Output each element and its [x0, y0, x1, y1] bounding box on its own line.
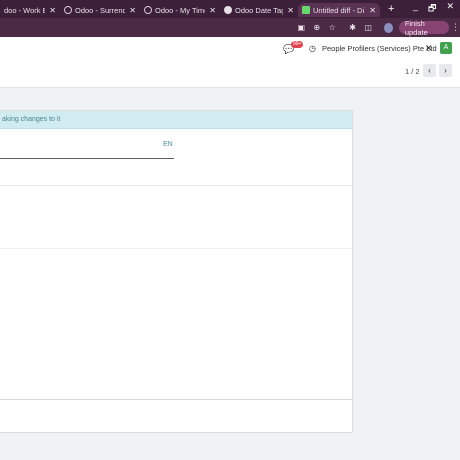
tab-close-icon[interactable]: ✕ [129, 6, 136, 15]
browser-menu-icon[interactable]: ⋮ [451, 22, 460, 33]
browser-tab[interactable]: Odoo - My Time O ✕ [140, 3, 220, 17]
section-divider [0, 248, 352, 249]
odoo-favicon-icon [144, 6, 152, 14]
extension-icon[interactable]: ✱ [348, 23, 356, 32]
odoo-favicon-icon [64, 6, 72, 14]
tab-title: Odoo - Surrender [75, 5, 126, 15]
bookmark-star-icon[interactable]: ☆ [328, 23, 336, 32]
minimize-icon[interactable]: _ [413, 1, 418, 17]
pager-next-button[interactable]: › [439, 64, 452, 77]
browser-tab[interactable]: doo - Work Entri ✕ [0, 3, 60, 17]
app-navbar: 💬 99+ ◷ People Profilers (Services) Pte … [0, 37, 460, 59]
zoom-icon[interactable]: ⊕ [312, 23, 320, 32]
name-field[interactable] [0, 158, 174, 159]
form-sheet: aking changes to it EN [0, 110, 353, 433]
language-toggle[interactable]: EN [163, 141, 173, 148]
github-favicon-icon [224, 6, 232, 14]
control-panel: 1 / 2 ‹ › [0, 59, 460, 88]
tab-title: Untitled diff - Di [313, 5, 365, 15]
user-avatar[interactable]: A [440, 42, 452, 54]
pager-previous-button[interactable]: ‹ [423, 64, 436, 77]
info-alert: aking changes to it [0, 111, 352, 129]
screenshot-icon[interactable]: ▣ [297, 23, 305, 32]
window-controls: _ 🗗 ✕ [413, 1, 460, 17]
tab-title: Odoo Date Tag D [235, 5, 284, 15]
company-switcher[interactable]: People Profilers (Services) Pte Ltd [322, 44, 437, 53]
tab-close-icon[interactable]: ✕ [49, 6, 56, 15]
browser-tab-strip: doo - Work Entri ✕ Odoo - Surrender ✕ Od… [0, 0, 460, 18]
tab-title: Odoo - My Time O [155, 5, 205, 15]
side-panel-icon[interactable]: ◫ [364, 23, 372, 32]
new-tab-button[interactable]: + [380, 3, 402, 15]
tab-close-icon[interactable]: ✕ [209, 6, 216, 15]
browser-tab[interactable]: Odoo Date Tag D ✕ [220, 3, 298, 17]
debug-tools-icon[interactable]: ✕ [425, 43, 433, 54]
restore-icon[interactable]: 🗗 [428, 1, 436, 17]
browser-toolbar: ▣ ⊕ ☆ ✱ ◫ Finish update ⋮ [0, 18, 460, 37]
diff-favicon-icon [302, 6, 310, 14]
tab-close-icon[interactable]: ✕ [369, 6, 376, 15]
profile-avatar-icon[interactable] [384, 22, 393, 33]
browser-tab[interactable]: Odoo - Surrender ✕ [60, 3, 140, 17]
chat-badge: 99+ [291, 41, 304, 48]
finish-update-button[interactable]: Finish update [398, 19, 449, 37]
tab-close-icon[interactable]: ✕ [287, 6, 294, 15]
section-divider [0, 399, 352, 400]
pager-value[interactable]: 1 / 2 [405, 67, 420, 76]
activity-clock-icon[interactable]: ◷ [309, 44, 316, 53]
tab-title: doo - Work Entri [4, 5, 46, 15]
section-divider [0, 185, 352, 186]
close-window-icon[interactable]: ✕ [446, 1, 454, 17]
browser-tab-active[interactable]: Untitled diff - Di ✕ [298, 3, 380, 17]
